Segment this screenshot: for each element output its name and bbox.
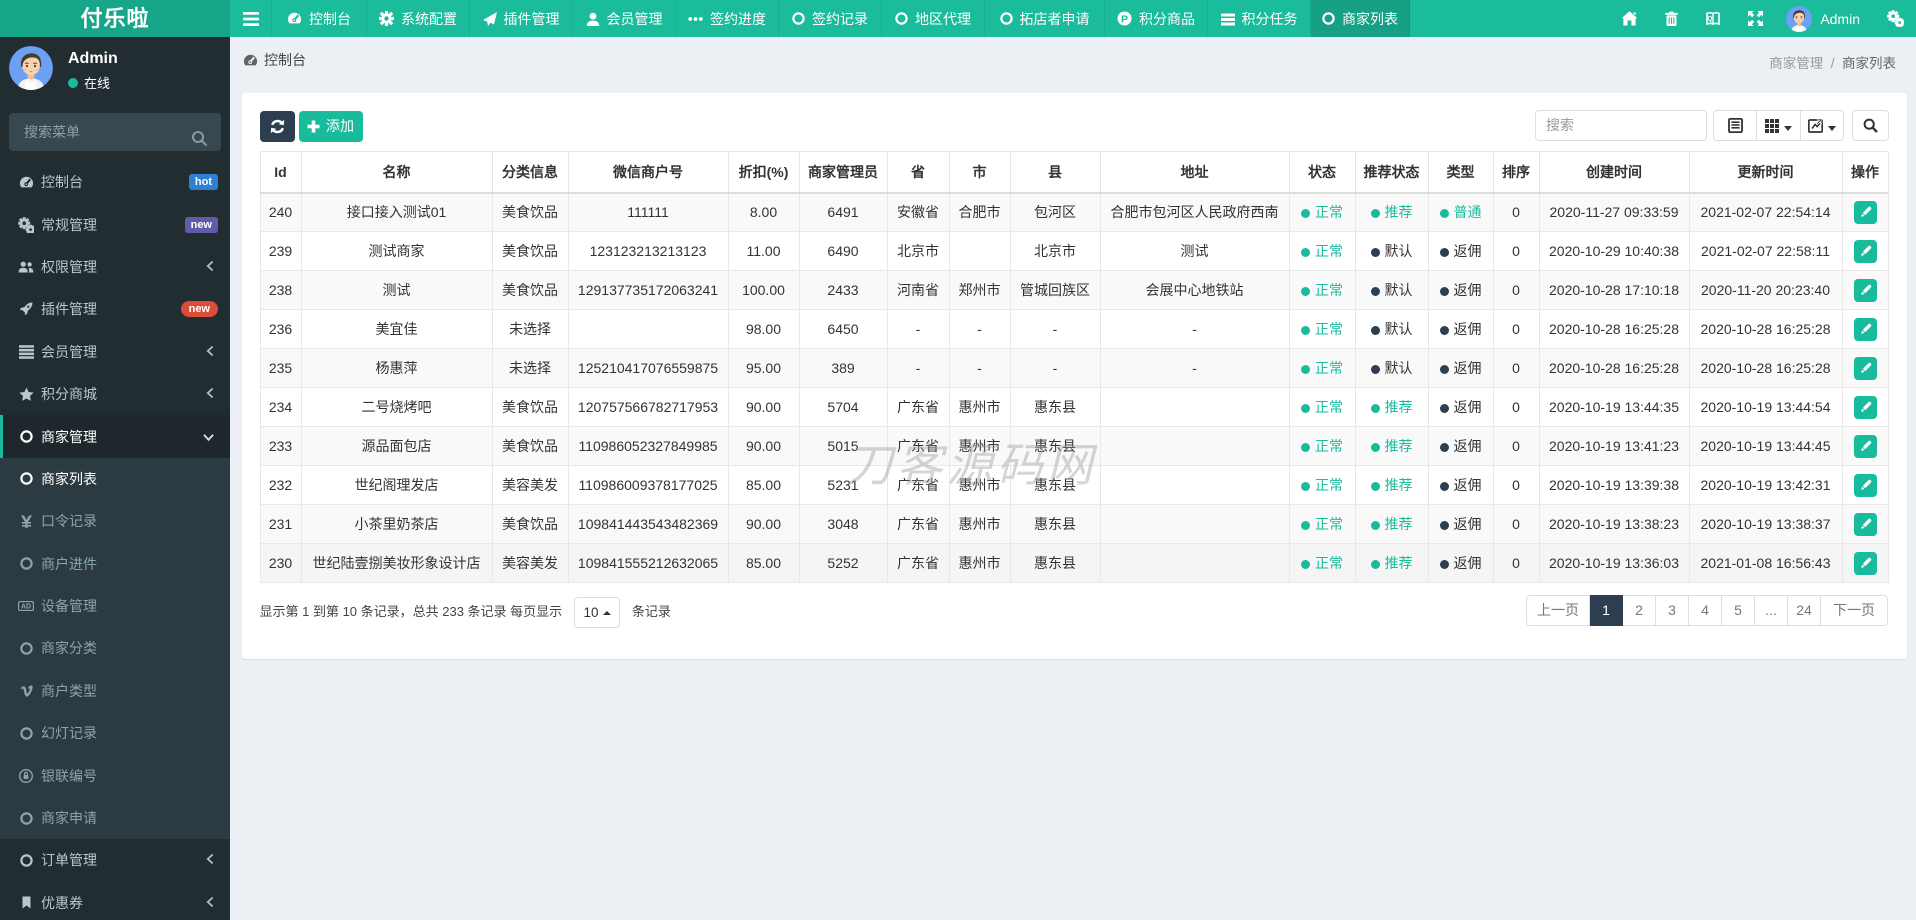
svg-text:Q: Q [1708,15,1713,22]
svg-text:P: P [1121,13,1128,25]
svg-text:AD: AD [21,604,31,611]
